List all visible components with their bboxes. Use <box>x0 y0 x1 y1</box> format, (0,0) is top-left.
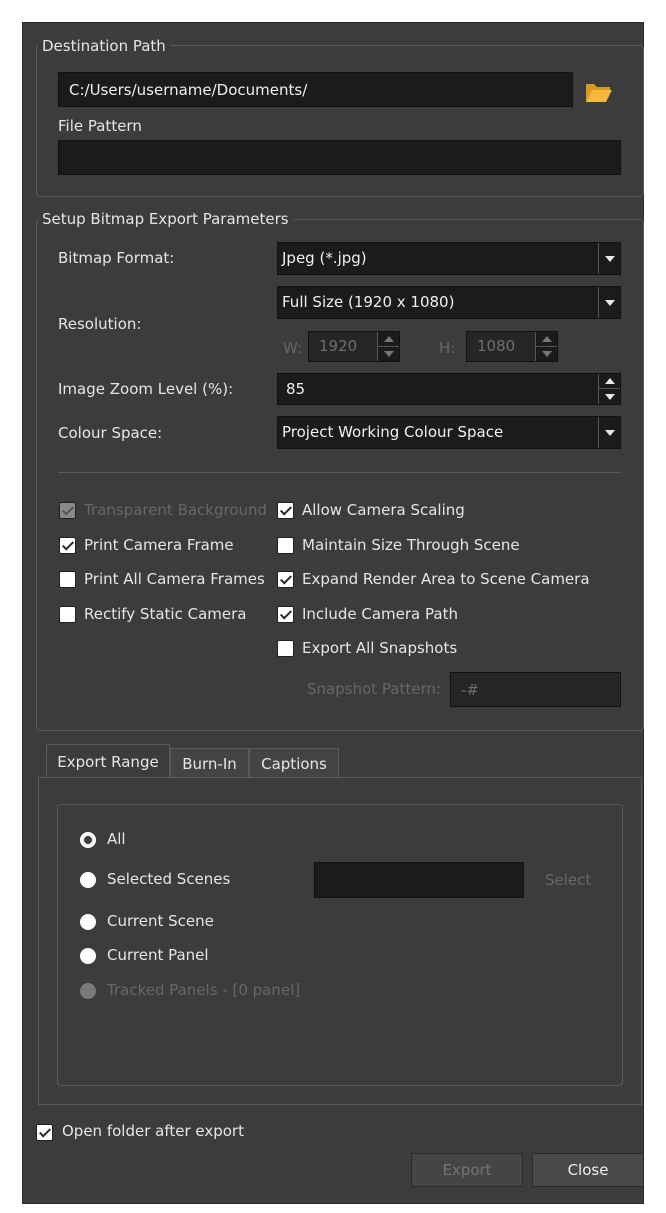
range-tracked-panels-label: Tracked Panels - [0 panel] <box>107 981 301 999</box>
height-value: 1080 <box>477 337 516 355</box>
height-label: H: <box>439 339 456 357</box>
tab-burn-in[interactable]: Burn-In <box>170 748 249 778</box>
arrow-down-icon[interactable] <box>536 347 557 362</box>
bitmap-params-title: Setup Bitmap Export Parameters <box>38 210 293 228</box>
range-current-scene-label: Current Scene <box>107 912 214 930</box>
file-pattern-input[interactable] <box>58 140 621 175</box>
destination-path-input[interactable]: C:/Users/username/Documents/ <box>58 72 573 107</box>
colour-space-value: Project Working Colour Space <box>282 423 504 441</box>
range-all-label: All <box>107 830 126 848</box>
range-tracked-panels-radio[interactable] <box>80 983 96 999</box>
width-value: 1920 <box>319 337 358 355</box>
allow-camera-scaling-label: Allow Camera Scaling <box>302 501 465 519</box>
transparent-background-checkbox[interactable] <box>59 502 76 519</box>
resolution-dropdown[interactable]: Full Size (1920 x 1080) <box>277 286 621 319</box>
destination-path-title: Destination Path <box>38 37 170 55</box>
expand-render-area-checkbox[interactable] <box>277 571 294 588</box>
rectify-static-camera-label: Rectify Static Camera <box>84 605 247 623</box>
resolution-label: Resolution: <box>58 315 142 333</box>
tab-export-range[interactable]: Export Range <box>46 744 170 778</box>
transparent-background-label: Transparent Background <box>84 501 268 519</box>
allow-camera-scaling-checkbox[interactable] <box>277 502 294 519</box>
snapshot-pattern-label: Snapshot Pattern: <box>307 680 441 698</box>
print-camera-frame-label: Print Camera Frame <box>84 536 234 554</box>
open-folder-checkbox[interactable] <box>36 1124 53 1141</box>
width-label: W: <box>283 339 303 357</box>
range-selected-scenes-radio[interactable] <box>80 872 96 888</box>
range-selected-scenes-label: Selected Scenes <box>107 870 231 888</box>
open-folder-label: Open folder after export <box>62 1122 244 1140</box>
arrow-down-icon[interactable] <box>378 347 399 362</box>
select-scenes-button[interactable]: Select <box>545 871 591 889</box>
width-spinbox[interactable]: 1920 <box>308 331 400 362</box>
file-pattern-label: File Pattern <box>58 117 142 135</box>
maintain-size-checkbox[interactable] <box>277 537 294 554</box>
options-divider <box>58 472 621 473</box>
expand-render-area-label: Expand Render Area to Scene Camera <box>302 570 590 588</box>
range-current-panel-radio[interactable] <box>80 948 96 964</box>
chevron-down-icon <box>598 287 620 318</box>
bitmap-format-value: Jpeg (*.jpg) <box>282 249 367 267</box>
export-range-box <box>57 804 623 1086</box>
colour-space-dropdown[interactable]: Project Working Colour Space <box>277 416 621 449</box>
resolution-value: Full Size (1920 x 1080) <box>282 293 455 311</box>
maintain-size-label: Maintain Size Through Scene <box>302 536 520 554</box>
close-button[interactable]: Close <box>532 1153 644 1187</box>
arrow-up-icon[interactable] <box>378 332 399 347</box>
rectify-static-camera-checkbox[interactable] <box>59 606 76 623</box>
zoom-level-stepper[interactable] <box>598 374 620 404</box>
range-all-radio[interactable] <box>80 832 96 848</box>
chevron-down-icon <box>598 417 620 448</box>
chevron-down-icon <box>598 243 620 274</box>
range-current-scene-radio[interactable] <box>80 914 96 930</box>
arrow-up-icon[interactable] <box>599 374 620 389</box>
zoom-level-value: 85 <box>286 380 306 398</box>
range-current-panel-label: Current Panel <box>107 946 209 964</box>
folder-icon[interactable] <box>584 80 614 104</box>
height-spinbox[interactable]: 1080 <box>466 331 558 362</box>
arrow-down-icon[interactable] <box>599 389 620 404</box>
colour-space-label: Colour Space: <box>58 424 163 442</box>
snapshot-pattern-input[interactable]: -# <box>450 672 621 707</box>
zoom-level-spinbox[interactable]: 85 <box>277 373 621 405</box>
arrow-up-icon[interactable] <box>536 332 557 347</box>
print-all-camera-frames-label: Print All Camera Frames <box>84 570 265 588</box>
include-camera-path-label: Include Camera Path <box>302 605 458 623</box>
export-button[interactable]: Export <box>411 1153 523 1187</box>
tab-captions[interactable]: Captions <box>249 748 339 778</box>
selected-scenes-input[interactable] <box>314 862 524 898</box>
width-stepper[interactable] <box>377 332 399 361</box>
bitmap-format-dropdown[interactable]: Jpeg (*.jpg) <box>277 242 621 275</box>
zoom-level-label: Image Zoom Level (%): <box>58 380 234 398</box>
bitmap-format-label: Bitmap Format: <box>58 249 175 267</box>
height-stepper[interactable] <box>535 332 557 361</box>
export-all-snapshots-checkbox[interactable] <box>277 640 294 657</box>
print-all-camera-frames-checkbox[interactable] <box>59 571 76 588</box>
export-all-snapshots-label: Export All Snapshots <box>302 639 458 657</box>
include-camera-path-checkbox[interactable] <box>277 606 294 623</box>
print-camera-frame-checkbox[interactable] <box>59 537 76 554</box>
